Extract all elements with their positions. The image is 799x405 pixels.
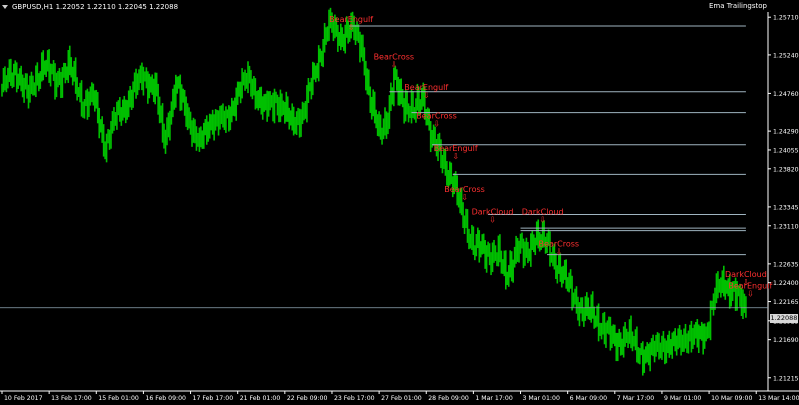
x-tick-label: 10 Feb 2017 (4, 395, 43, 402)
x-tick-label: 13 Feb 17:00 (51, 395, 92, 402)
sell-arrow-icon: ⇩ (489, 216, 496, 225)
price-chart[interactable]: BearEngulf⇩BearCross⇩BearEngulf⇩BearCros… (0, 0, 799, 405)
y-tick-label: 1.24760 (773, 91, 799, 98)
x-tick-label: 3 Mar 01:00 (523, 395, 560, 402)
y-tick-label: 1.23345 (773, 204, 799, 211)
sell-arrow-icon: ⇩ (539, 216, 546, 225)
y-tick-label: 1.21215 (773, 375, 799, 382)
y-tick-label: 1.22165 (773, 299, 799, 306)
y-tick-label: 1.22635 (773, 261, 799, 268)
x-tick-label: 6 Mar 09:00 (570, 395, 607, 402)
x-tick-label: 9 Mar 01:00 (664, 395, 701, 402)
y-tick-label: 1.24055 (773, 147, 799, 154)
y-tick-label: 1.25710 (773, 15, 799, 22)
expert-advisor-label: Ema Trailingstop (708, 2, 767, 10)
current-price-tag: 1.22088 (770, 314, 798, 323)
y-tick-label: 1.24290 (773, 129, 799, 136)
symbol-ohlc-text: GBPUSD,H1 1.22052 1.22110 1.22045 1.2208… (12, 2, 179, 11)
y-tick-label: 1.23820 (773, 166, 799, 173)
sell-arrow-icon: ⇩ (452, 152, 459, 161)
x-tick-label: 28 Feb 09:00 (428, 395, 469, 402)
x-tick-label: 17 Feb 17:00 (193, 395, 234, 402)
sell-arrow-icon: ⇩ (348, 23, 355, 32)
y-tick-label: 1.21690 (773, 337, 799, 344)
x-tick-label: 21 Feb 01:00 (240, 395, 281, 402)
x-tick-label: 27 Feb 01:00 (381, 395, 422, 402)
y-tick-label: 1.25240 (773, 52, 799, 59)
y-tick-label: 1.22400 (773, 280, 799, 287)
y-tick-label: 1.23110 (773, 223, 799, 230)
x-tick-label: 7 Mar 17:00 (617, 395, 654, 402)
sell-arrow-icon: ⇩ (747, 289, 754, 298)
sell-arrow-icon: ⇩ (461, 193, 468, 202)
x-tick-label: 1 Mar 17:00 (475, 395, 512, 402)
symbol-info-bar: GBPUSD,H1 1.22052 1.22110 1.22045 1.2208… (2, 1, 178, 12)
x-tick-label: 15 Feb 01:00 (98, 395, 139, 402)
x-tick-label: 23 Feb 17:00 (334, 395, 375, 402)
sell-arrow-icon: ⇩ (555, 248, 562, 257)
x-tick-label: 13 Mar 14:00 (758, 395, 799, 402)
chevron-down-icon[interactable] (2, 4, 8, 9)
sell-arrow-icon: ⇩ (423, 91, 430, 100)
x-tick-label: 16 Feb 09:00 (145, 395, 186, 402)
x-tick-label: 22 Feb 09:00 (287, 395, 328, 402)
sell-arrow-icon: ⇩ (433, 119, 440, 128)
x-tick-label: 10 Mar 09:00 (711, 395, 752, 402)
sell-arrow-icon: ⇩ (390, 61, 397, 70)
